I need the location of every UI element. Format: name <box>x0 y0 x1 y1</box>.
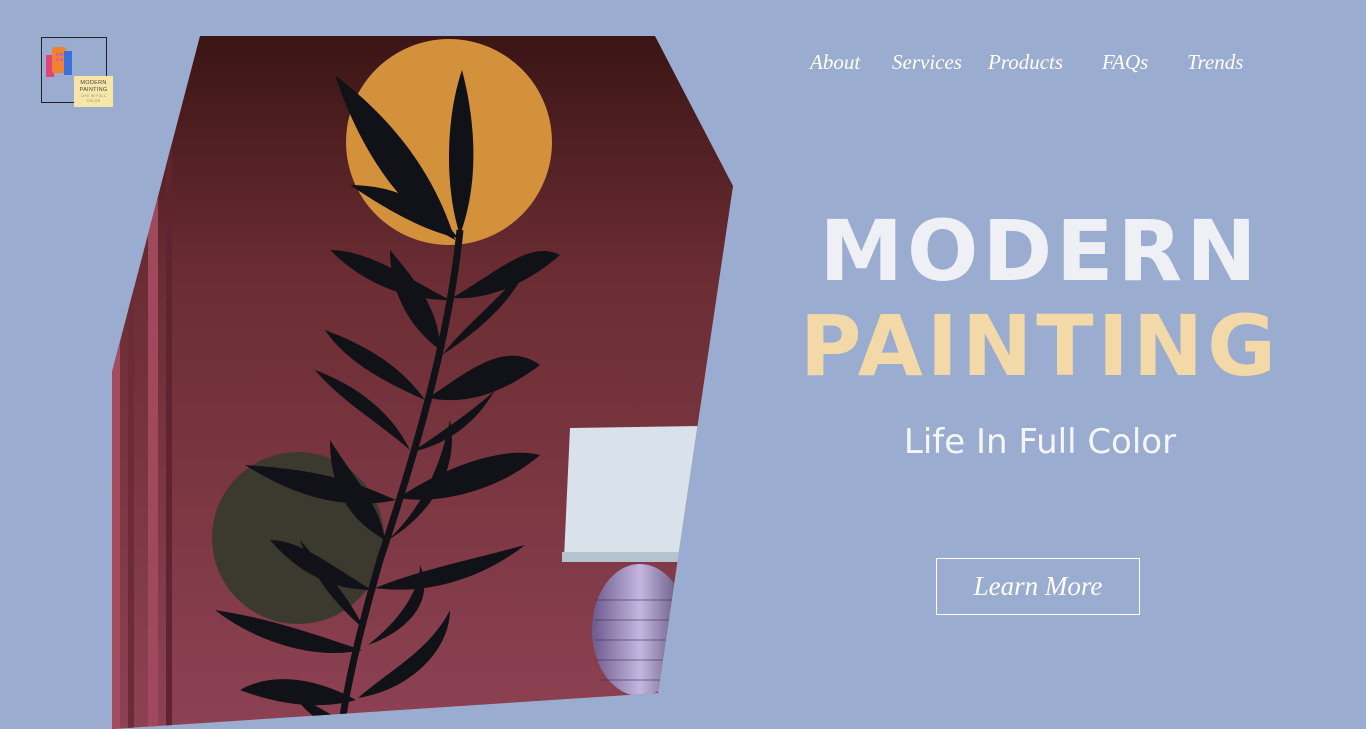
nav-item-about[interactable]: About <box>810 50 860 75</box>
nav-item-faqs[interactable]: FAQs <box>1102 50 1148 75</box>
hero-wall-painting-image <box>112 36 733 729</box>
hero-subtitle: Life In Full Color <box>903 422 1177 462</box>
hero-title-line-1: MODERN <box>819 202 1261 300</box>
learn-more-button[interactable]: Learn More <box>936 558 1140 615</box>
nav-item-trends[interactable]: Trends <box>1187 50 1243 75</box>
nav-item-services[interactable]: Services <box>892 50 962 75</box>
hero-title-line-2: PAINTING <box>799 297 1281 395</box>
nav-item-products[interactable]: Products <box>988 50 1063 75</box>
